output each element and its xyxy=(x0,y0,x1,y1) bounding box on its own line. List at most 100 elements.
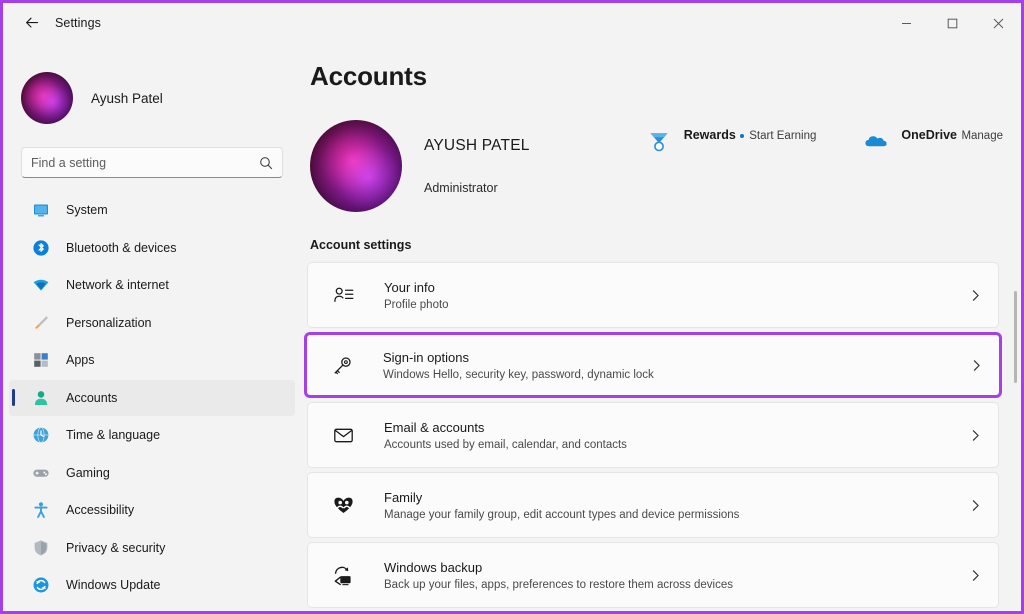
card-subtitle: Profile photo xyxy=(384,298,449,311)
account-settings-list: Your info Profile photo Sign-in options … xyxy=(304,262,1002,608)
clock-globe-icon xyxy=(31,425,51,445)
service-subtitle: Manage xyxy=(961,130,1003,142)
card-subtitle: Manage your family group, edit account t… xyxy=(384,508,740,521)
sidebar-item-system[interactable]: System xyxy=(9,192,295,228)
setting-card-sign-in-options[interactable]: Sign-in options Windows Hello, security … xyxy=(304,332,1002,398)
sidebar-item-label: Network & internet xyxy=(66,278,169,292)
rewards-medal-icon xyxy=(645,127,673,155)
search-box[interactable] xyxy=(21,147,283,178)
window-title: Settings xyxy=(55,16,101,30)
card-subtitle: Accounts used by email, calendar, and co… xyxy=(384,438,627,451)
sidebar: Ayush Patel System xyxy=(3,43,301,611)
account-identity: AYUSH PATEL Administrator xyxy=(424,137,530,195)
sidebar-item-label: Bluetooth & devices xyxy=(66,240,177,255)
title-bar: Settings xyxy=(3,3,1021,43)
onedrive-service[interactable]: OneDrive Manage xyxy=(862,126,1003,155)
apps-grid-icon xyxy=(31,350,51,370)
sidebar-item-label: Personalization xyxy=(66,315,152,330)
page-title: Accounts xyxy=(310,61,427,91)
chevron-right-icon xyxy=(969,289,982,302)
person-icon xyxy=(31,388,51,408)
card-title: Sign-in options xyxy=(383,349,469,365)
setting-card-windows-backup[interactable]: Windows backup Back up your files, apps,… xyxy=(307,542,999,608)
sidebar-nav: System Bluetooth & devices Network & int… xyxy=(3,192,301,603)
scrollbar-thumb[interactable] xyxy=(1014,291,1017,383)
back-button[interactable] xyxy=(15,8,49,38)
settings-window: Settings Ayush Patel Find a setting Syst… xyxy=(0,0,1024,614)
sidebar-item-time-language[interactable]: Time & language xyxy=(9,417,295,453)
service-subtitle: Start Earning xyxy=(740,130,816,142)
sidebar-item-label: System xyxy=(66,203,108,217)
key-icon xyxy=(329,352,355,378)
sidebar-item-personalization[interactable]: Personalization xyxy=(9,305,295,341)
backup-sync-icon xyxy=(330,562,356,588)
section-label: Account settings xyxy=(310,238,412,252)
back-arrow-icon xyxy=(26,17,39,28)
sidebar-item-label: Accessibility xyxy=(66,503,135,517)
card-title: Email & accounts xyxy=(384,419,485,435)
sidebar-item-label: Apps xyxy=(66,353,95,367)
system-monitor-icon xyxy=(31,200,51,220)
chevron-right-icon xyxy=(969,569,982,582)
main-content: Accounts AYUSH PATEL Administrator Rewar… xyxy=(301,43,1021,611)
service-subtitle-text: Start Earning xyxy=(749,130,817,142)
sidebar-item-network-internet[interactable]: Network & internet xyxy=(9,267,295,303)
onedrive-text: OneDrive Manage xyxy=(901,126,1003,144)
update-refresh-icon xyxy=(31,575,51,595)
setting-card-family[interactable]: Family Manage your family group, edit ac… xyxy=(307,472,999,538)
card-text: Windows backup Back up your files, apps,… xyxy=(384,560,969,591)
sidebar-item-windows-update[interactable]: Windows Update xyxy=(9,567,295,603)
setting-card-your-info[interactable]: Your info Profile photo xyxy=(307,262,999,328)
avatar xyxy=(21,72,73,124)
onedrive-cloud-icon xyxy=(862,127,890,155)
card-subtitle: Windows Hello, security key, password, d… xyxy=(383,368,654,381)
sidebar-item-label: Windows Update xyxy=(66,578,161,592)
card-title: Family xyxy=(384,489,423,505)
close-icon xyxy=(993,18,1003,28)
envelope-icon xyxy=(330,422,356,448)
sidebar-item-accounts[interactable]: Accounts xyxy=(9,379,295,416)
rewards-service[interactable]: Rewards Start Earning xyxy=(645,126,817,155)
rewards-text: Rewards Start Earning xyxy=(684,126,817,144)
gamepad-icon xyxy=(31,463,51,483)
accessibility-person-icon xyxy=(31,500,51,520)
sidebar-item-label: Gaming xyxy=(66,465,110,480)
maximize-button[interactable] xyxy=(929,3,975,43)
profile-name: Ayush Patel xyxy=(91,90,163,106)
minimize-button[interactable] xyxy=(883,3,929,43)
sidebar-item-apps[interactable]: Apps xyxy=(9,342,295,378)
search-icon xyxy=(259,156,273,170)
card-title: Windows backup xyxy=(384,559,483,575)
paintbrush-icon xyxy=(31,313,51,333)
account-services: Rewards Start Earning OneDrive Manage xyxy=(645,126,1003,155)
maximize-icon xyxy=(947,18,957,28)
search-input[interactable] xyxy=(31,155,259,170)
service-title: Rewards xyxy=(683,128,736,142)
shield-icon xyxy=(31,538,51,558)
family-heart-icon xyxy=(330,492,356,518)
card-title: Your info xyxy=(384,279,435,295)
sidebar-item-bluetooth-devices[interactable]: Bluetooth & devices xyxy=(9,230,295,266)
chevron-right-icon xyxy=(969,429,982,442)
account-role: Administrator xyxy=(424,181,498,195)
sidebar-item-accessibility[interactable]: Accessibility xyxy=(9,492,295,528)
service-title: OneDrive xyxy=(901,128,957,142)
sidebar-item-label: Time & language xyxy=(66,428,161,442)
setting-card-email-accounts[interactable]: Email & accounts Accounts used by email,… xyxy=(307,402,999,468)
sidebar-profile[interactable]: Ayush Patel xyxy=(3,43,301,135)
minimize-icon xyxy=(901,22,911,24)
status-dot-icon xyxy=(740,133,745,138)
sidebar-item-gaming[interactable]: Gaming xyxy=(9,455,295,491)
card-text: Your info Profile photo xyxy=(384,280,969,311)
sidebar-item-privacy-security[interactable]: Privacy & security xyxy=(9,530,295,566)
chevron-right-icon xyxy=(970,359,983,372)
person-info-icon xyxy=(330,282,356,308)
window-controls xyxy=(883,3,1021,43)
bluetooth-icon xyxy=(31,238,51,258)
sidebar-item-label: Accounts xyxy=(66,390,118,405)
avatar xyxy=(310,120,402,212)
sidebar-item-label: Privacy & security xyxy=(66,540,166,555)
wifi-icon xyxy=(31,275,51,295)
account-hero: AYUSH PATEL Administrator Rewards Start … xyxy=(310,116,1021,216)
close-button[interactable] xyxy=(975,3,1021,43)
